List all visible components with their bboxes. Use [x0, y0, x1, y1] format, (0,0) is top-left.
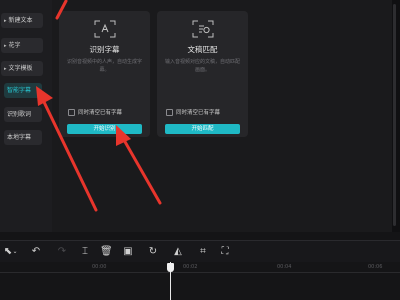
sidebar-item-smart-subtitles[interactable]: 智能字幕: [4, 83, 42, 98]
sidebar-item-local-subtitles[interactable]: 本地字幕: [4, 130, 42, 145]
crop-icon[interactable]: ⌗: [197, 246, 209, 258]
mirror-icon[interactable]: ◭: [172, 246, 184, 258]
ruler-line: [0, 272, 400, 273]
start-recognition-button[interactable]: 开始识别: [67, 124, 142, 134]
sidebar-item-label: 本地字幕: [7, 134, 32, 141]
recognize-subtitles-card: 识别字幕 识别音视频中的人声，自动生成字幕。 同时清空已有字幕 开始识别: [59, 11, 150, 137]
clear-existing-checkbox-row[interactable]: 同时清空已有字幕: [166, 108, 220, 116]
card-description: 输入音视频对应的文稿，自动匹配画面。: [165, 59, 241, 73]
script-match-card: 文稿匹配 输入音视频对应的文稿，自动匹配画面。 同时清空已有字幕 开始匹配: [157, 11, 248, 137]
freeze-frame-icon[interactable]: ▣: [122, 246, 134, 258]
sidebar-item-new-text[interactable]: ▸ 新建文本: [1, 13, 43, 28]
delete-icon[interactable]: 🗑: [100, 246, 113, 258]
sidebar-item-label: 智能字幕: [7, 87, 32, 94]
caret-right-icon: ▸: [4, 66, 7, 72]
playhead-handle[interactable]: [167, 263, 174, 272]
start-matching-button[interactable]: 开始匹配: [165, 124, 240, 134]
clear-existing-checkbox-row[interactable]: 同时清空已有字幕: [68, 108, 122, 116]
tick-label: 00:04: [277, 264, 292, 270]
crop-icon[interactable]: ⛶: [219, 246, 231, 258]
sidebar-item-label: 文字模板: [8, 65, 33, 72]
redo-icon[interactable]: ↷: [56, 246, 68, 258]
script-match-icon: [192, 20, 213, 38]
card-description: 识别音视频中的人声，自动生成字幕。: [67, 59, 143, 73]
scrollbar-thumb[interactable]: [393, 4, 396, 226]
clear-existing-checkbox[interactable]: [68, 108, 75, 116]
subtitle-recognize-icon: [94, 20, 115, 38]
text-category-sidebar: ▸ 新建文本 ▸ 花字 ▸ 文字模板 智能字幕 识别歌词 本地字幕: [0, 0, 52, 232]
card-title: 识别字幕: [89, 45, 120, 54]
checkbox-label: 同时清空已有字幕: [176, 110, 221, 116]
tick-label: 00:00: [92, 264, 107, 270]
timeline[interactable]: 00:00 00:02 00:04 00:06: [0, 262, 400, 300]
checkbox-label: 同时清空已有字幕: [78, 110, 123, 116]
sidebar-item-label: 花字: [8, 42, 21, 49]
sidebar-item-fancy-text[interactable]: ▸ 花字: [1, 38, 43, 53]
timeline-toolbar: ⬉ ⌄ ↶ ↷ ⌶ 🗑 ▣ ↻ ◭ ⌗ ⛶: [0, 240, 400, 263]
tick-label: 00:02: [183, 264, 198, 270]
reverse-icon[interactable]: ↻: [147, 246, 159, 258]
tick-label: 00:06: [368, 264, 383, 270]
clear-existing-checkbox[interactable]: [166, 108, 173, 116]
sidebar-item-label: 新建文本: [8, 17, 33, 24]
sidebar-item-recognize-lyrics[interactable]: 识别歌词: [4, 107, 42, 122]
smart-subtitles-panel: 识别字幕 识别音视频中的人声，自动生成字幕。 同时清空已有字幕 开始识别 文稿匹…: [52, 0, 392, 232]
panel-scrollbar[interactable]: [392, 0, 400, 232]
undo-icon[interactable]: ↶: [30, 246, 42, 258]
sidebar-item-text-template[interactable]: ▸ 文字模板: [1, 61, 43, 76]
caret-right-icon: ▸: [4, 43, 7, 49]
split-icon[interactable]: ⌶: [79, 246, 91, 258]
caret-right-icon: ▸: [4, 18, 7, 24]
card-title: 文稿匹配: [187, 45, 218, 54]
chevron-down-icon[interactable]: ⌄: [11, 246, 19, 258]
sidebar-item-label: 识别歌词: [7, 111, 32, 118]
